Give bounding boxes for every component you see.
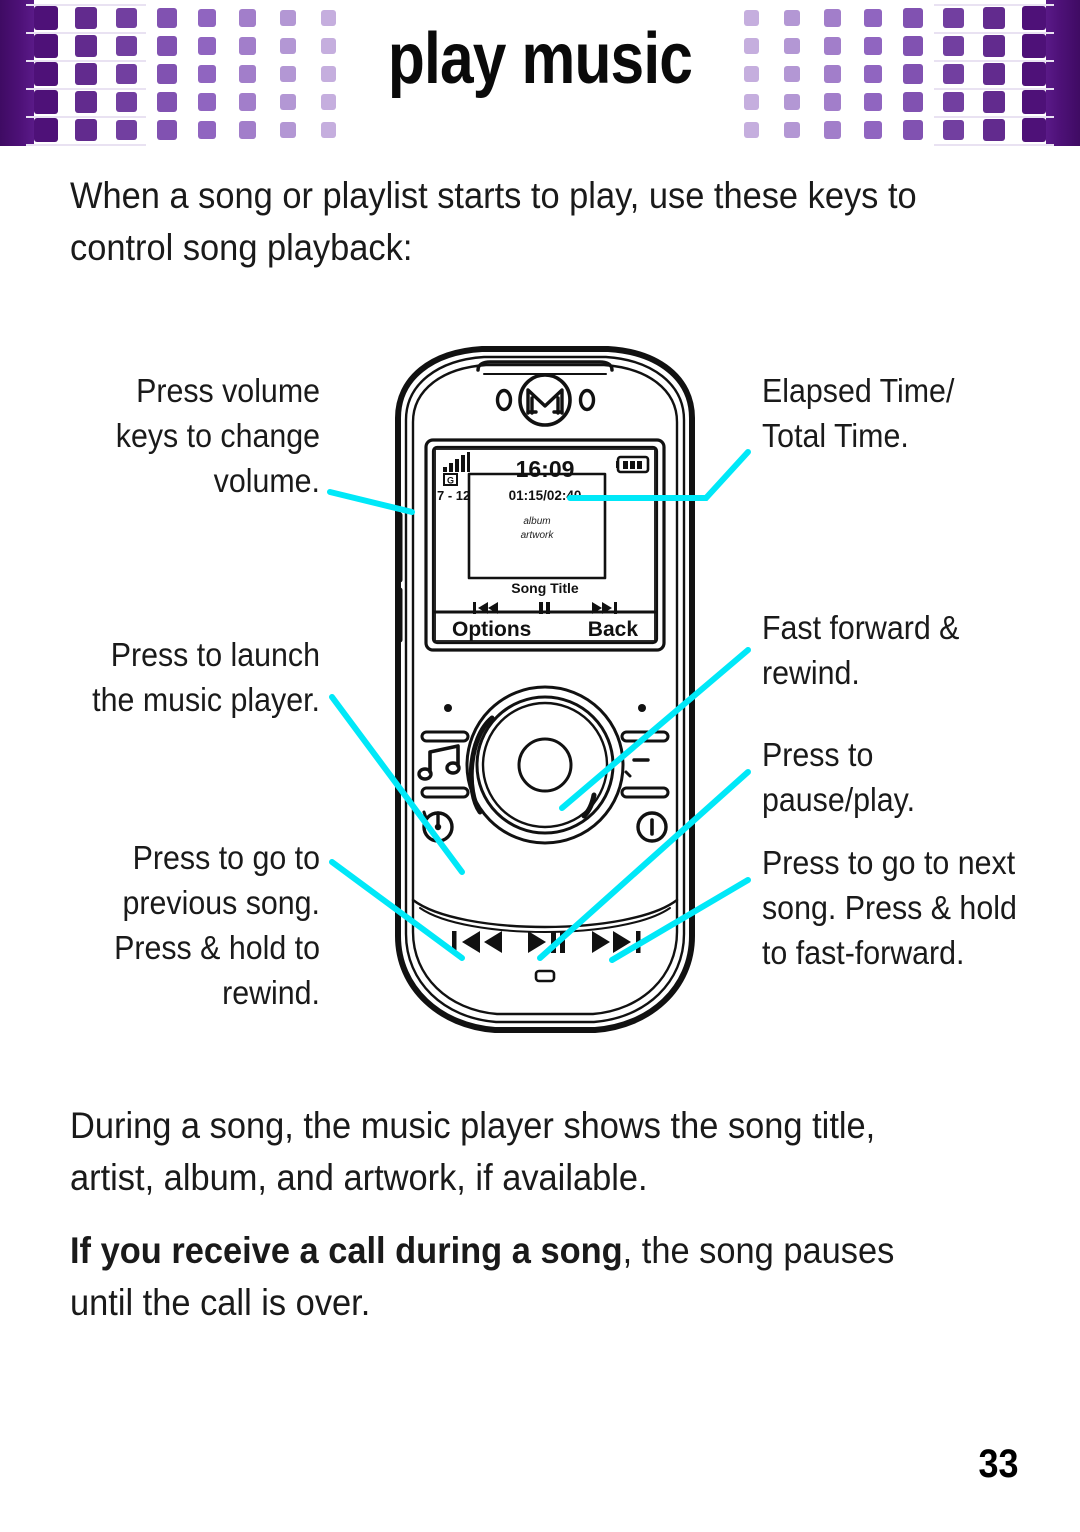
callout-pause-play: Press to pause/play. — [762, 736, 916, 818]
callout-volume: Press volume keys to change volume. — [115, 372, 320, 499]
header-square — [982, 118, 1005, 142]
page-number: 33 — [977, 1442, 1018, 1486]
header-tick-line — [26, 144, 146, 146]
microphone-nub — [534, 969, 556, 983]
header-square — [943, 119, 964, 141]
callout-launch-player: Press to launch the music player. — [92, 636, 321, 718]
header-right-purple-bar — [1046, 0, 1080, 146]
right-key-tick — [624, 770, 632, 778]
album-artwork-label-line2: artwork — [521, 530, 555, 541]
led-indicator-left — [444, 704, 452, 712]
screen-clock: 16:09 — [516, 456, 575, 482]
network-label: G — [447, 476, 454, 486]
header-tick-line — [26, 116, 146, 118]
header-left-purple-bar — [0, 0, 34, 146]
softkey-bar-left-top — [420, 730, 470, 743]
phone-slider-seam — [411, 898, 679, 929]
page-header-banner: play music — [0, 0, 1080, 146]
header-square — [34, 62, 58, 86]
nav-wheel-center-button — [517, 737, 573, 793]
nav-wheel-outer — [465, 685, 625, 845]
header-tick-line — [934, 4, 1054, 6]
header-square — [1022, 6, 1046, 30]
header-tick-line — [934, 144, 1054, 146]
header-square — [34, 90, 58, 114]
power-end-key-icon — [636, 811, 668, 843]
callout-next-song: Press to go to next song. Press & hold t… — [762, 844, 1017, 971]
header-square — [239, 121, 257, 139]
header-square — [198, 120, 217, 140]
softkey-bar-right-bottom — [620, 786, 670, 799]
header-square — [1022, 118, 1046, 142]
music-note-key-icon — [417, 744, 461, 781]
header-square — [321, 122, 337, 138]
header-square — [1022, 34, 1046, 58]
header-square — [34, 34, 58, 58]
header-square — [863, 120, 882, 140]
page-title: play music — [387, 19, 693, 99]
header-square — [823, 121, 841, 139]
album-artwork-label-line1: album — [523, 516, 550, 527]
phone-right-mark — [578, 388, 596, 412]
softkey-back: Back — [588, 618, 639, 641]
closing-paragraph-2-bold: If you receive a call during a song — [70, 1230, 623, 1271]
battery-full-icon — [616, 455, 650, 474]
header-square — [1022, 62, 1046, 86]
media-transport-keys — [452, 931, 641, 953]
header-square — [116, 119, 137, 141]
header-square — [157, 120, 177, 140]
header-square — [75, 118, 98, 142]
closing-paragraph-2: If you receive a call during a song, the… — [70, 1225, 944, 1329]
header-square — [783, 121, 800, 139]
header-square — [743, 122, 759, 138]
header-tick-line — [26, 4, 146, 6]
callout-previous-song: Press to go to previous song. Press & ho… — [114, 839, 321, 1011]
header-square — [903, 120, 923, 140]
signal-bars-icon — [443, 452, 470, 472]
header-square — [34, 118, 58, 142]
callout-fast-forward-rewind: Fast forward & rewind. — [762, 609, 960, 691]
phone-left-mark — [495, 388, 513, 412]
song-title: Song Title — [511, 580, 579, 596]
led-indicator-right — [638, 704, 646, 712]
intro-paragraph: When a song or playlist starts to play, … — [70, 175, 917, 268]
header-square — [280, 121, 297, 139]
phone-illustration: G 7 - 12 16:09 01:15/02:40 album artwork… — [380, 340, 710, 1040]
header-square — [34, 6, 58, 30]
header-tick-line — [934, 116, 1054, 118]
header-square — [1022, 90, 1046, 114]
channel-label: 7 - 12 — [437, 488, 470, 503]
softkey-bar-right-top — [620, 730, 670, 743]
closing-paragraph-1: During a song, the music player shows th… — [70, 1105, 876, 1198]
phone-svg: G 7 - 12 16:09 01:15/02:40 album artwork… — [395, 346, 695, 1033]
phone-slider-seam-2 — [419, 907, 671, 933]
nav-wheel-ring — [475, 695, 615, 835]
softkey-options: Options — [452, 618, 531, 641]
track-time: 01:15/02:40 — [509, 488, 582, 503]
call-send-key-icon — [422, 810, 454, 843]
softkey-bar-left-bottom — [420, 786, 470, 799]
callout-elapsed-total-time: Elapsed Time/ Total Time. — [762, 372, 955, 454]
motorola-batwing-icon — [526, 388, 564, 415]
